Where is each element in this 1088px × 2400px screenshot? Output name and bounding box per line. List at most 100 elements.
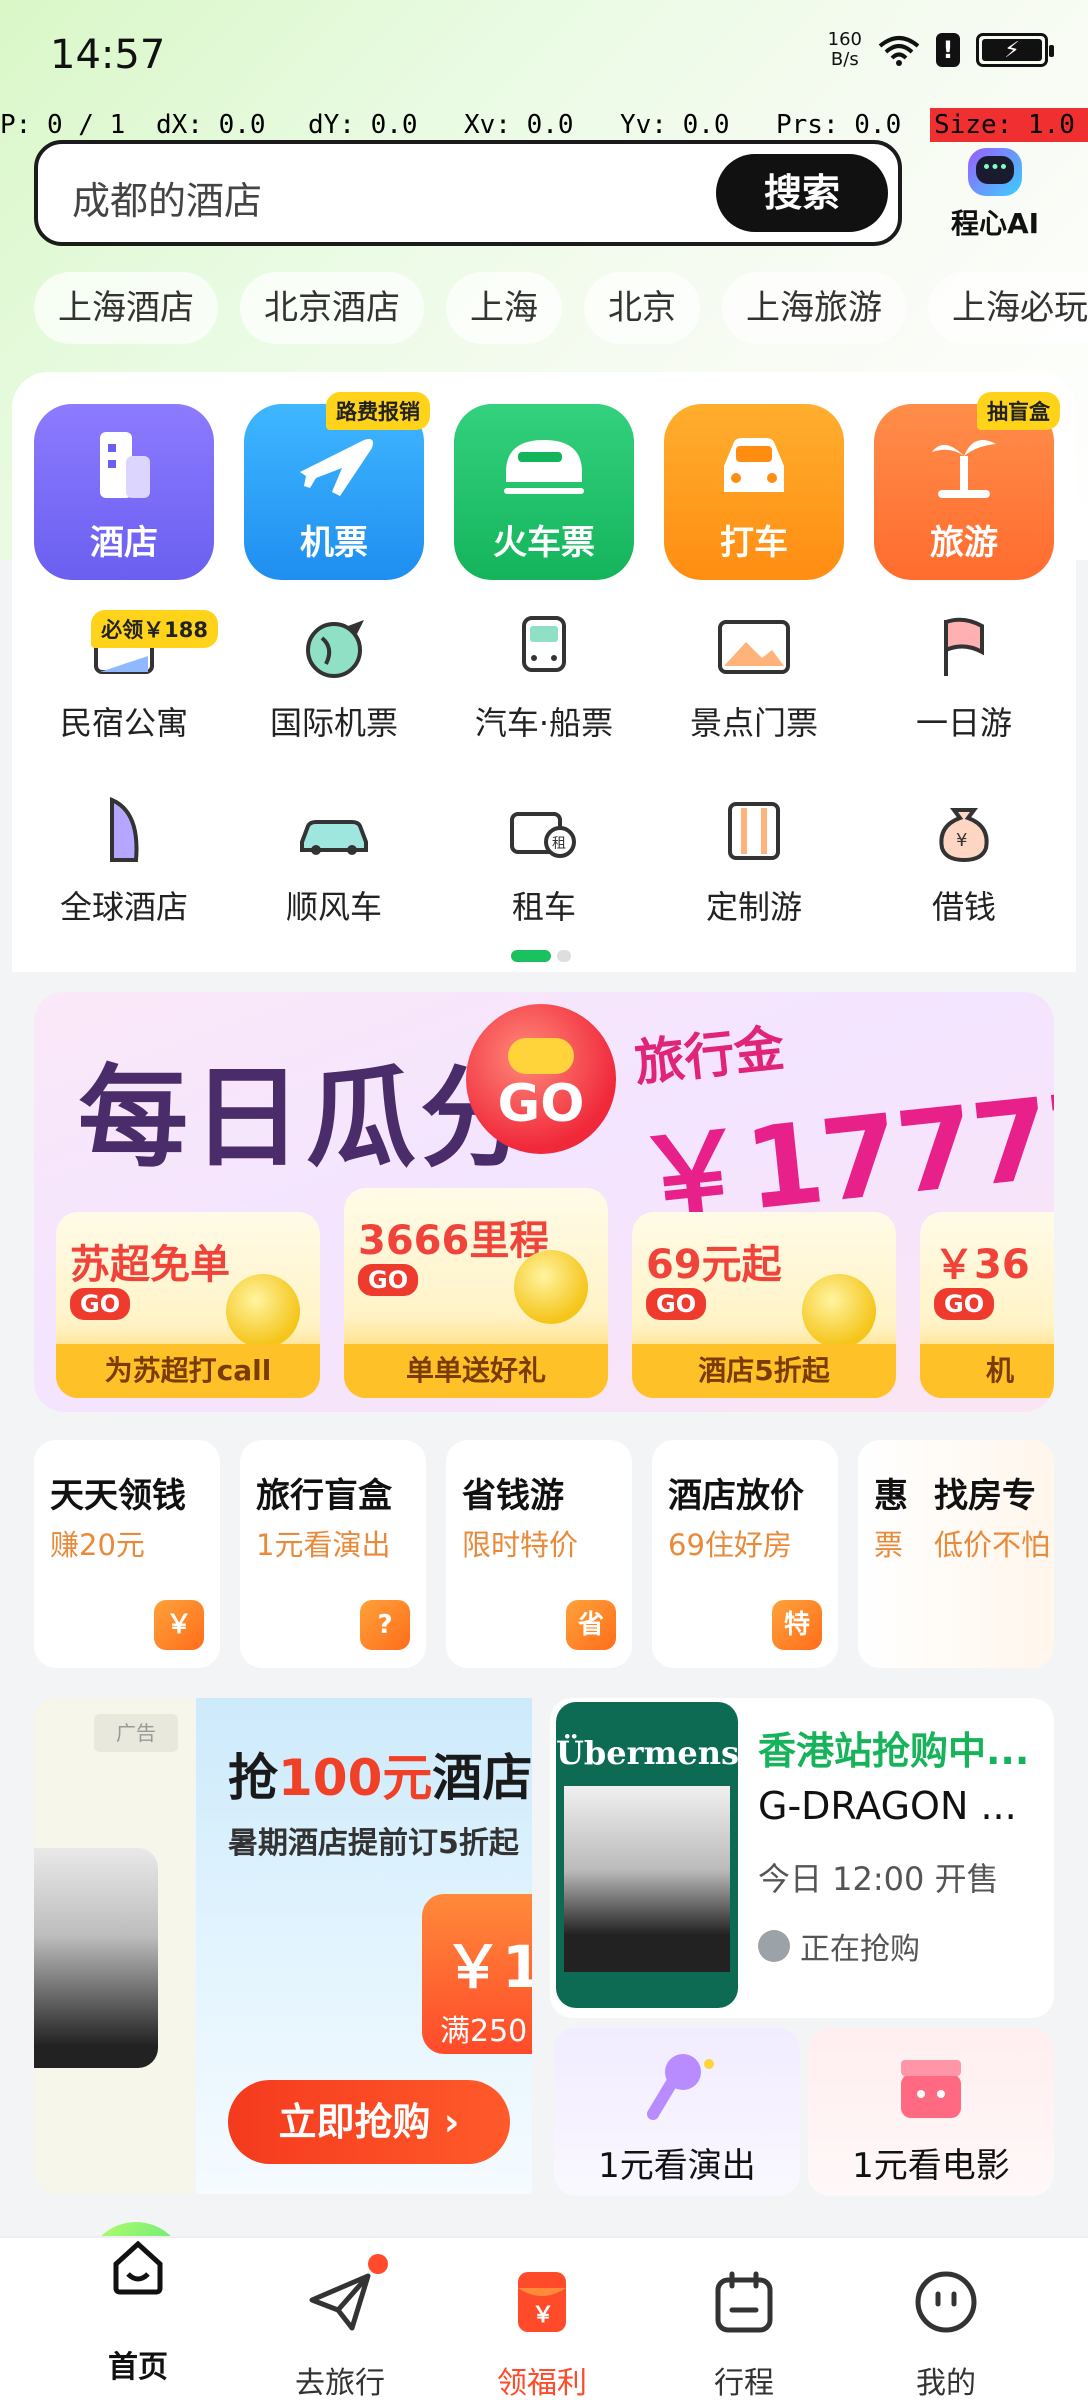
feature-cards: 天天领钱 赚20元 ￥ 旅行盲盒 1元看演出 ? 省钱游 限时特价 省 酒店放价… (34, 1440, 1054, 1668)
feature-card[interactable]: 酒店放价 69住好房 特 (652, 1440, 838, 1668)
coin-icon (226, 1274, 300, 1348)
clapperboard-icon (901, 2060, 961, 2118)
sub-service-carpool[interactable]: 顺风车 (244, 796, 424, 926)
feature-title: 惠 (874, 1476, 908, 1516)
nav-home[interactable]: 首页 (48, 2238, 228, 2400)
global-hotel-icon (110, 796, 139, 862)
service-label: 旅游 (930, 523, 998, 563)
bottom-navigation: 首页 去旅行 ￥ 领福利 行程 我的 (0, 2236, 1088, 2400)
wifi-icon (878, 36, 920, 66)
search-button[interactable]: 搜索 (716, 154, 888, 232)
sub-service-car-rental[interactable]: 租 租车 (454, 796, 634, 926)
feature-card[interactable]: 旅行盲盒 1元看演出 ? (240, 1440, 426, 1668)
nav-travel[interactable]: 去旅行 (250, 2238, 430, 2400)
svg-text:￥: ￥ (532, 2303, 554, 2328)
palm-tree-icon (932, 440, 996, 498)
hot-tag[interactable]: 上海必玩 (928, 272, 1088, 344)
coin-icon (514, 1250, 588, 1324)
grab-now-button[interactable]: 立即抢购 › (228, 2080, 510, 2164)
debug-size: Size: 1.0 (930, 108, 1088, 142)
banner-go-button[interactable]: GO (466, 1004, 616, 1154)
nav-profile[interactable]: 我的 (856, 2238, 1036, 2400)
service-tour[interactable]: 旅游 抽盲盒 (874, 392, 1060, 580)
mini-promo-label: 1元看电影 (852, 2146, 1010, 2186)
sub-service-tickets[interactable]: 景点门票 (664, 612, 844, 742)
ai-label: 程心AI (950, 207, 1040, 240)
service-flight[interactable]: 机票 路费报销 (244, 392, 430, 580)
concert-status-text: 正在抢购 (800, 1932, 920, 1967)
sub-service-label: 顺风车 (285, 888, 382, 926)
daily-reward-banner[interactable]: 每日瓜分 GO 旅行金 ￥177777 苏超免单 GO 为苏超打call 366… (34, 992, 1054, 1412)
mini-promo-movie[interactable]: 1元看电影 (808, 2028, 1054, 2196)
sub-service-global-hotel[interactable]: 全球酒店 (34, 796, 214, 926)
custom-tour-icon (728, 802, 780, 860)
service-taxi[interactable]: 打车 (664, 404, 844, 580)
alert-icon: ! (936, 33, 960, 67)
coupon-amount: ￥1 (444, 1933, 532, 2001)
sub-service-intl-flight[interactable]: 国际机票 (244, 612, 424, 742)
calendar-icon (715, 2271, 773, 2333)
service-label: 打车 (720, 523, 788, 563)
notification-dot (368, 2254, 388, 2274)
paper-plane-icon (309, 2273, 371, 2331)
search-bar[interactable]: 成都的酒店 搜索 (34, 140, 902, 246)
search-input[interactable]: 成都的酒店 (72, 170, 262, 225)
mini-promo-show[interactable]: 1元看演出 (554, 2028, 800, 2196)
banner-coupon[interactable]: ￥36 GO 机 (920, 1212, 1054, 1398)
sub-service-loan[interactable]: ¥ 借钱 (874, 796, 1054, 926)
feature-title: 省钱游 (462, 1476, 564, 1516)
sub-service-custom-tour[interactable]: 定制游 (664, 796, 844, 926)
sub-service-label: 借钱 (931, 888, 996, 926)
coupon-footer: 机 (920, 1344, 1054, 1398)
status-bar: 14:57 160 B/s ! ⚡ (0, 0, 1088, 110)
globe-plane-icon (306, 620, 364, 678)
avatar (758, 1930, 790, 1962)
net-speed-value: 160 (827, 29, 862, 50)
hot-tag[interactable]: 北京 (584, 272, 700, 344)
sub-service-bus-ship[interactable]: 汽车·船票 (454, 612, 634, 742)
main-services: 酒店 机票 路费报销 火车票 打车 旅游 抽盲盒 (34, 392, 1060, 580)
sub-service-homestay[interactable]: 民宿公寓 必领￥188 (34, 610, 218, 742)
feature-subtitle: 低价不怕 (934, 1528, 1051, 1562)
coupon-title: 苏超免单 (70, 1242, 230, 1288)
hotel-promo-card[interactable]: 抢100元酒店 暑期酒店提前订5折起 ￥1 满250 立即抢购 › (196, 1698, 532, 2194)
ad-card-left[interactable]: 广告 (34, 1698, 194, 2194)
coupon-condition: 满250 (440, 2014, 528, 2049)
coupon-footer: 酒店5折起 (632, 1344, 896, 1398)
service-label: 机票 (300, 523, 368, 563)
banner-title: 每日瓜分 (78, 1054, 534, 1182)
coupon-footer: 单单送好礼 (344, 1344, 608, 1398)
hot-tag[interactable]: 上海 (446, 272, 562, 344)
feature-card[interactable]: 惠 票 找房专 低价不怕 (858, 1440, 1054, 1668)
coin-icon (802, 1274, 876, 1348)
banner-coupon[interactable]: 69元起 GO 酒店5折起 (632, 1212, 896, 1398)
nav-itinerary[interactable]: 行程 (654, 2238, 834, 2400)
ai-assistant-button[interactable]: 程心AI (940, 148, 1050, 248)
status-time: 14:57 (50, 32, 166, 78)
hot-tag[interactable]: 北京酒店 (240, 272, 424, 344)
feature-card[interactable]: 省钱游 限时特价 省 (446, 1440, 632, 1668)
banner-coupon[interactable]: 3666里程 GO 单单送好礼 (344, 1188, 608, 1398)
sub-service-label: 汽车·船票 (474, 704, 614, 742)
sub-service-badge: 必领￥188 (91, 610, 218, 648)
net-speed-unit: B/s (830, 49, 859, 70)
feature-title: 旅行盲盒 (256, 1476, 392, 1516)
banner-coupon[interactable]: 苏超免单 GO 为苏超打call (56, 1212, 320, 1398)
hot-tag[interactable]: 上海酒店 (34, 272, 218, 344)
sub-service-label: 景点门票 (689, 704, 818, 742)
service-train[interactable]: 火车票 (454, 404, 634, 580)
sub-service-day-tour[interactable]: 一日游 (874, 612, 1054, 742)
car-rental-icon: 租 (510, 812, 576, 858)
sub-service-label: 民宿公寓 (59, 704, 188, 742)
carpool-icon (300, 820, 368, 855)
hot-search-tags: 上海酒店 北京酒店 上海 北京 上海旅游 上海必玩 (34, 272, 1088, 344)
concert-sale-time: 今日 12:00 开售 (758, 1860, 999, 1898)
network-speed: 160 B/s (828, 30, 862, 70)
service-hotel[interactable]: 酒店 (34, 404, 214, 580)
concert-card[interactable]: Übermensch 香港站抢购中... G-DRAGON ... 今日 12:… (550, 1698, 1054, 2018)
nav-label: 我的 (916, 2366, 976, 2400)
hot-tag[interactable]: 上海旅游 (722, 272, 906, 344)
feature-card[interactable]: 天天领钱 赚20元 ￥ (34, 1440, 220, 1668)
services-pager (511, 950, 571, 962)
nav-rewards[interactable]: ￥ 领福利 (452, 2238, 632, 2400)
